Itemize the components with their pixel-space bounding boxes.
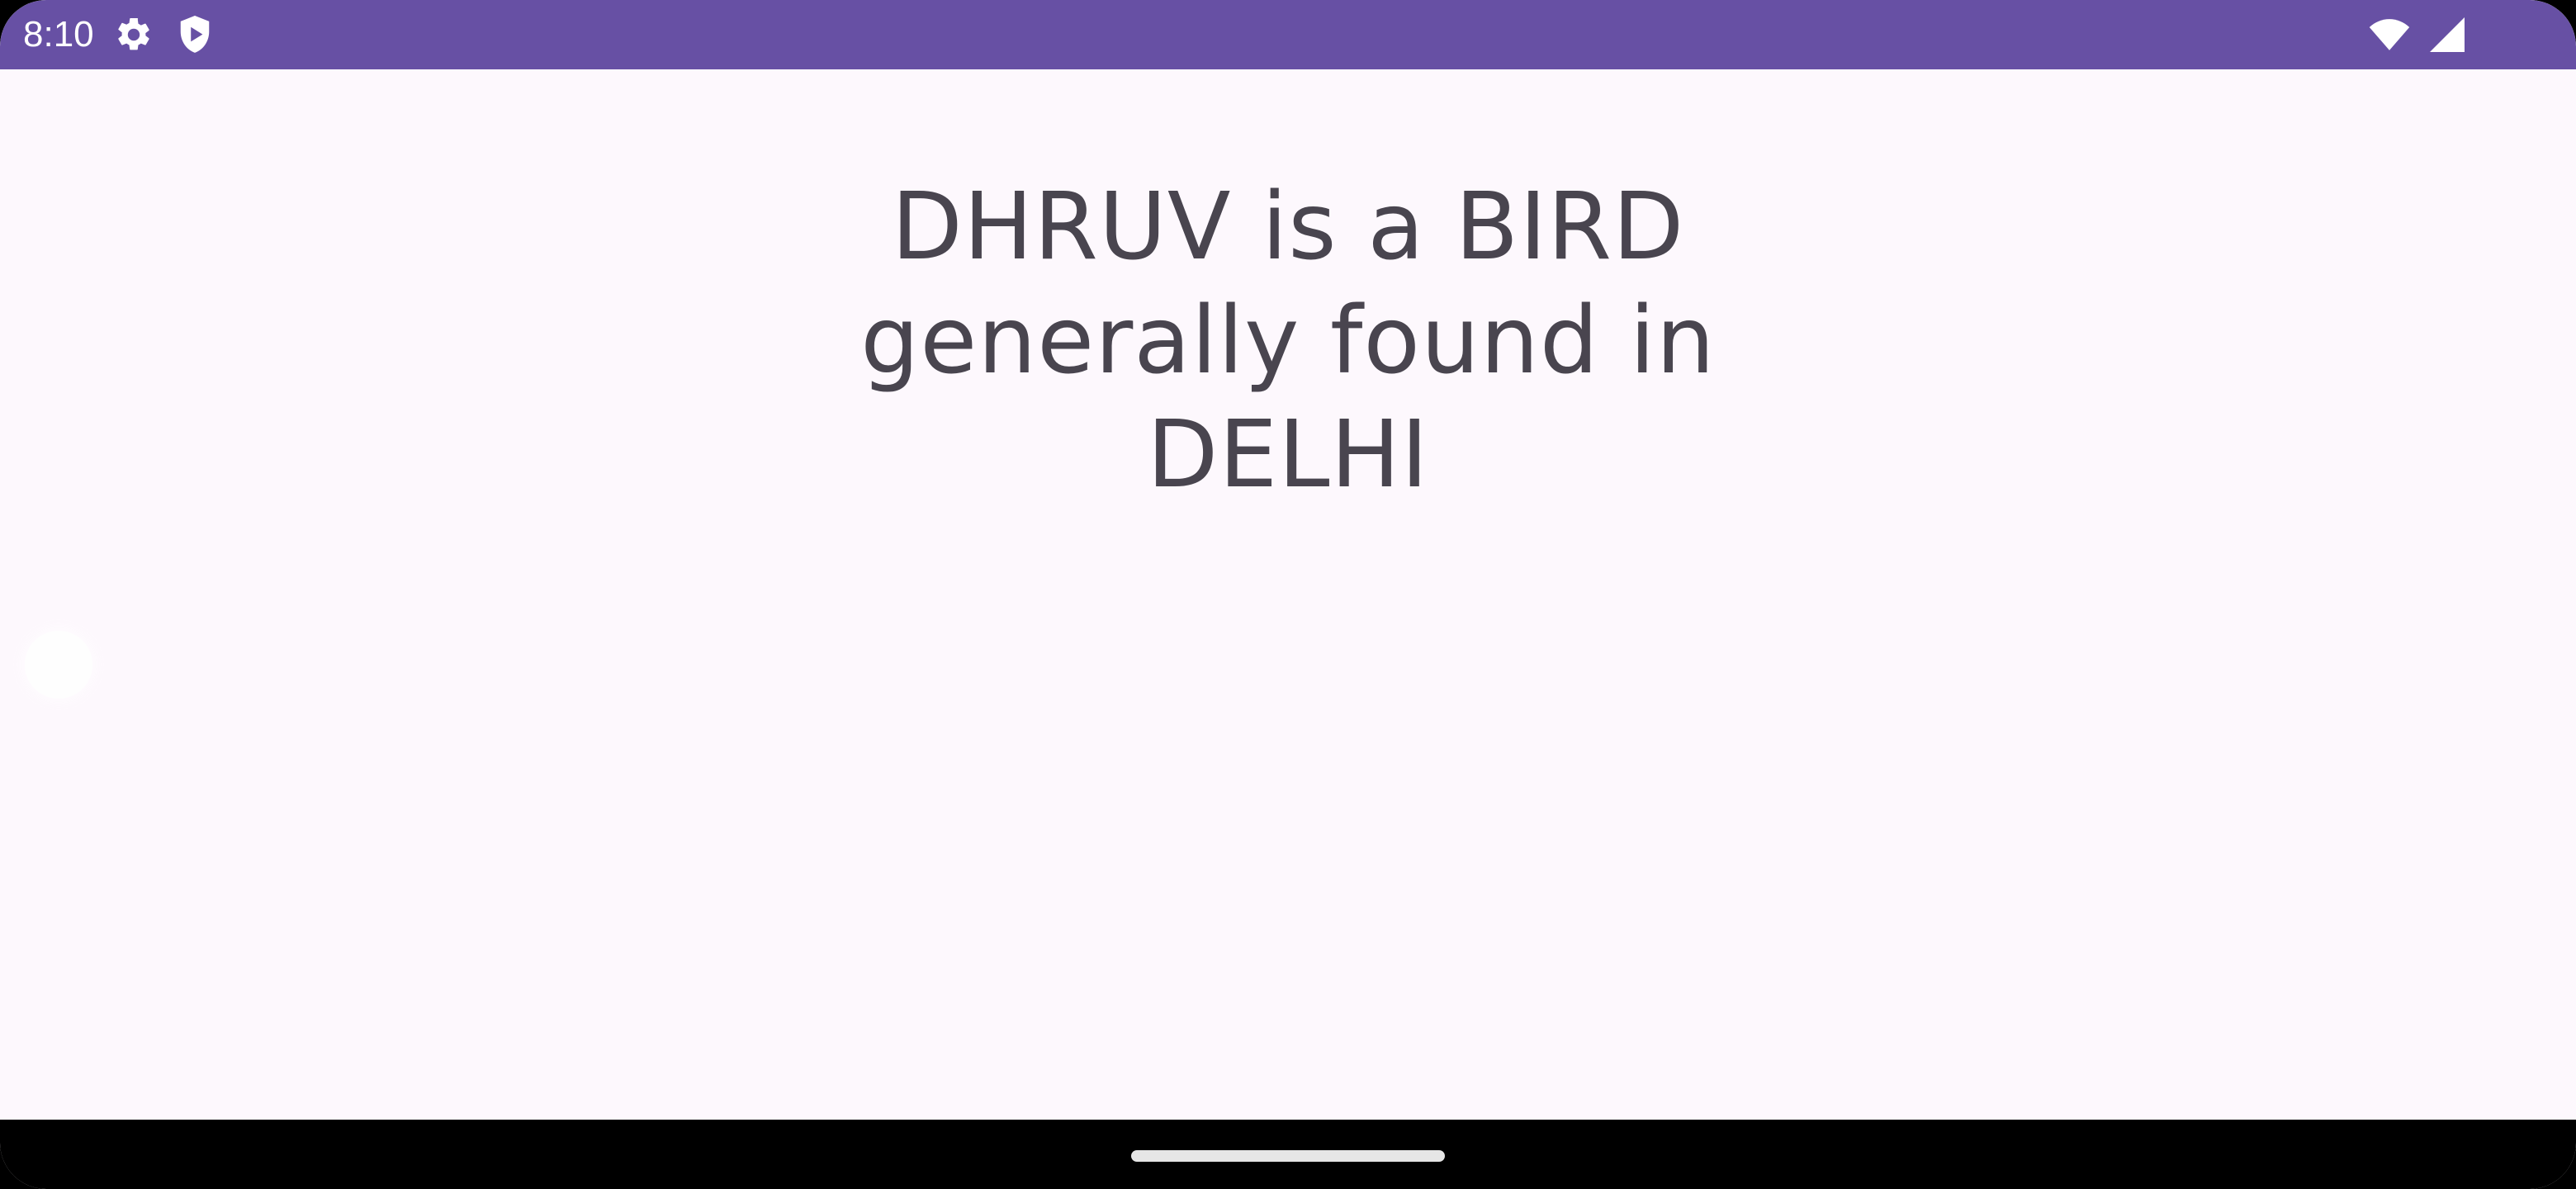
cellular-signal-icon [2426, 13, 2469, 56]
device-screen: 8:10 DHRUV is a BIRD generally found in … [0, 0, 2576, 1189]
play-protect-shield-icon [173, 13, 216, 56]
message-line: DHRUV is a BIRD [891, 173, 1685, 281]
message-text: DHRUV is a BIRD generally found in DELHI [793, 170, 1783, 512]
status-clock: 8:10 [23, 14, 94, 54]
message-line: DELHI [1147, 401, 1429, 509]
status-bar: 8:10 [0, 0, 2576, 69]
home-gesture-handle[interactable] [1131, 1150, 1445, 1162]
settings-gear-icon [112, 13, 155, 56]
status-left-group: 8:10 [23, 12, 216, 58]
wifi-icon [2368, 13, 2411, 56]
main-content: DHRUV is a BIRD generally found in DELHI [0, 69, 2576, 1120]
edge-floating-handle[interactable] [25, 631, 92, 699]
message-line: generally found in [860, 287, 1716, 395]
status-right-group [2368, 12, 2469, 58]
